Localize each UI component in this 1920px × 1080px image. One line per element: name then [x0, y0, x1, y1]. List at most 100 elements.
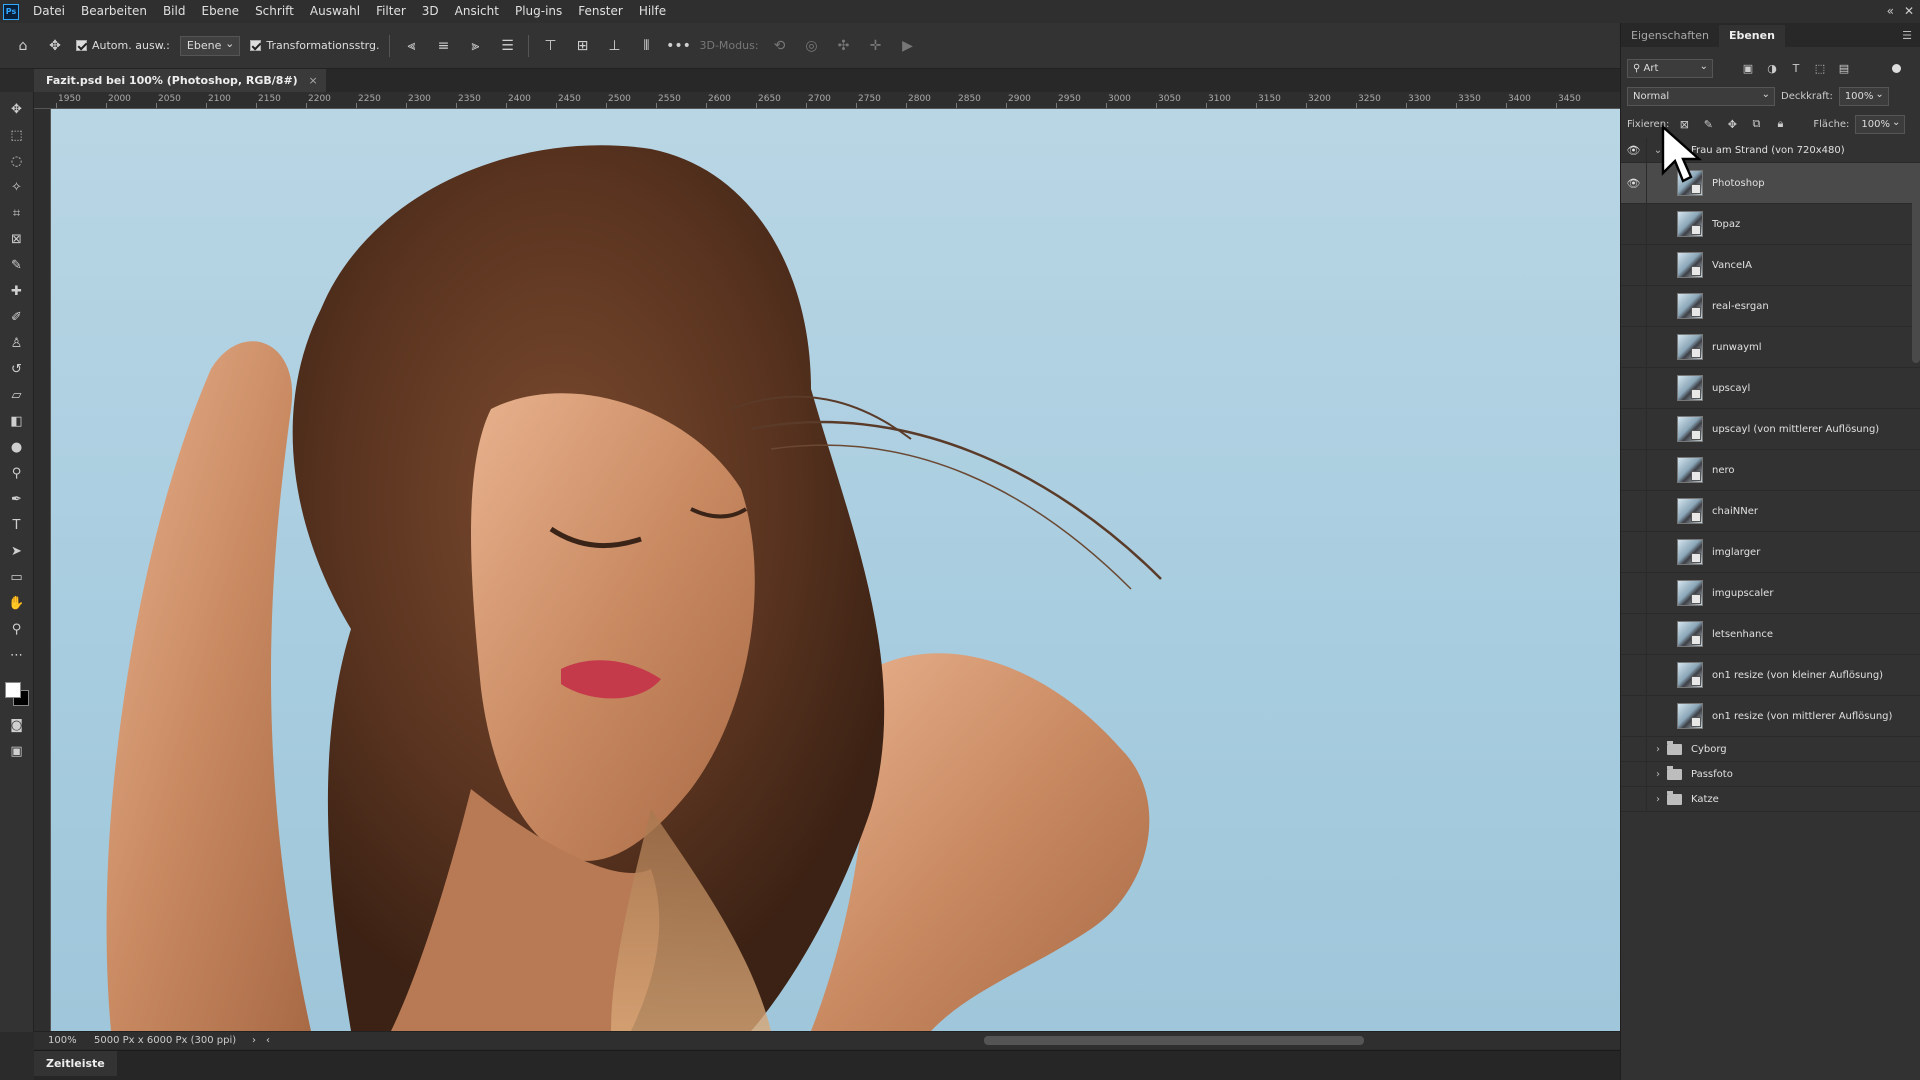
- filter-toggle-icon[interactable]: [1892, 63, 1901, 73]
- visibility-toggle[interactable]: [1621, 409, 1647, 449]
- chevron-right-icon[interactable]: ›: [1651, 744, 1665, 755]
- visibility-toggle[interactable]: [1621, 450, 1647, 490]
- menu-bild[interactable]: Bild: [155, 0, 194, 23]
- tab-ebenen[interactable]: Ebenen: [1718, 25, 1785, 47]
- menu-plugins[interactable]: Plug-ins: [507, 0, 570, 23]
- tab-eigenschaften[interactable]: Eigenschaften: [1621, 25, 1719, 47]
- move-tool-icon[interactable]: ✥: [44, 35, 66, 57]
- visibility-toggle[interactable]: [1621, 532, 1647, 572]
- frame-tool-icon[interactable]: ⊠: [5, 227, 29, 251]
- align-middle-icon[interactable]: ⊞: [571, 35, 593, 57]
- layer-row[interactable]: imglarger: [1621, 532, 1920, 573]
- collapse-panels-icon[interactable]: «: [1887, 0, 1894, 23]
- layer-thumbnail[interactable]: [1677, 539, 1703, 565]
- layer-row[interactable]: upscayl: [1621, 368, 1920, 409]
- marquee-tool-icon[interactable]: ⬚: [5, 123, 29, 147]
- timeline-tab[interactable]: Zeitleiste: [34, 1051, 117, 1076]
- layer-thumbnail[interactable]: [1677, 293, 1703, 319]
- layer-row[interactable]: real-esrgan: [1621, 286, 1920, 327]
- align-left-icon[interactable]: ⫷: [400, 35, 422, 57]
- layer-row[interactable]: runwayml: [1621, 327, 1920, 368]
- eraser-tool-icon[interactable]: ▱: [5, 383, 29, 407]
- fill-input[interactable]: 100%: [1855, 114, 1906, 134]
- visibility-toggle[interactable]: [1621, 204, 1647, 244]
- brush-tool-icon[interactable]: ✐: [5, 305, 29, 329]
- smart-object-filter-icon[interactable]: ▤: [1835, 59, 1853, 77]
- align-bottom-icon[interactable]: ⊥: [603, 35, 625, 57]
- ruler-horizontal[interactable]: 1950 2000 2050 2100 2150 2200 2250 2300 2350 2400…: [34, 92, 1620, 109]
- layer-thumbnail[interactable]: [1677, 211, 1703, 237]
- visibility-toggle[interactable]: 👁︎: [1621, 138, 1647, 162]
- gradient-tool-icon[interactable]: ◧: [5, 409, 29, 433]
- rectangle-tool-icon[interactable]: ▭: [5, 565, 29, 589]
- visibility-toggle[interactable]: 👁︎: [1621, 163, 1647, 203]
- auto-select-check-icon[interactable]: [76, 40, 87, 51]
- pen-tool-icon[interactable]: ✒: [5, 487, 29, 511]
- close-window-icon[interactable]: ✕: [1904, 0, 1914, 23]
- zoom-level[interactable]: 100%: [34, 1035, 94, 1046]
- visibility-toggle[interactable]: [1621, 286, 1647, 326]
- auto-select-target-dropdown[interactable]: Ebene: [179, 35, 241, 56]
- visibility-toggle[interactable]: [1621, 573, 1647, 613]
- magic-wand-tool-icon[interactable]: ✧: [5, 175, 29, 199]
- foreground-color-swatch[interactable]: [4, 682, 21, 698]
- history-brush-tool-icon[interactable]: ↺: [5, 357, 29, 381]
- menu-schrift[interactable]: Schrift: [247, 0, 302, 23]
- layer-thumbnail[interactable]: [1677, 498, 1703, 524]
- ruler-vertical[interactable]: [34, 109, 51, 1031]
- menu-ansicht[interactable]: Ansicht: [447, 0, 507, 23]
- chevron-right-icon[interactable]: ›: [1651, 769, 1665, 780]
- transform-controls-checkbox[interactable]: Transformationsstrg.: [250, 39, 379, 52]
- type-filter-icon[interactable]: T: [1787, 59, 1805, 77]
- layer-thumbnail[interactable]: [1677, 703, 1703, 729]
- lock-all-icon[interactable]: 🔒︎: [1771, 115, 1789, 133]
- lock-artboard-icon[interactable]: ⧉: [1747, 115, 1765, 133]
- lasso-tool-icon[interactable]: ◌: [5, 149, 29, 173]
- menu-ebene[interactable]: Ebene: [193, 0, 247, 23]
- opacity-input[interactable]: 100%: [1838, 86, 1889, 106]
- screen-mode-icon[interactable]: ▣: [5, 739, 29, 763]
- visibility-toggle[interactable]: [1621, 327, 1647, 367]
- blur-tool-icon[interactable]: ●: [5, 435, 29, 459]
- more-options-icon[interactable]: •••: [666, 35, 691, 57]
- type-tool-icon[interactable]: T: [5, 513, 29, 537]
- visibility-toggle[interactable]: [1621, 614, 1647, 654]
- visibility-toggle[interactable]: [1621, 245, 1647, 285]
- blend-mode-dropdown[interactable]: Normal: [1627, 86, 1775, 106]
- align-center-icon[interactable]: ≡: [432, 35, 454, 57]
- document-canvas[interactable]: [51, 109, 1620, 1031]
- menu-hilfe[interactable]: Hilfe: [631, 0, 674, 23]
- move-tool-icon[interactable]: ✥: [5, 97, 29, 121]
- scroll-left-icon[interactable]: ‹: [266, 1035, 270, 1046]
- dodge-tool-icon[interactable]: ⚲: [5, 461, 29, 485]
- layer-row[interactable]: imgupscaler: [1621, 573, 1920, 614]
- document-info[interactable]: 5000 Px x 6000 Px (300 ppi): [94, 1035, 244, 1046]
- layer-group-passfoto[interactable]: › Passfoto: [1621, 762, 1920, 787]
- lock-position-icon[interactable]: ✥: [1723, 115, 1741, 133]
- menu-fenster[interactable]: Fenster: [570, 0, 631, 23]
- layer-thumbnail[interactable]: [1677, 580, 1703, 606]
- layer-thumbnail[interactable]: [1677, 662, 1703, 688]
- layer-row[interactable]: nero: [1621, 450, 1920, 491]
- pixel-filter-icon[interactable]: ▣: [1739, 59, 1757, 77]
- distribute-vertical-icon[interactable]: ⫴: [635, 35, 657, 57]
- layer-row[interactable]: VanceIA: [1621, 245, 1920, 286]
- menu-datei[interactable]: Datei: [25, 0, 73, 23]
- path-selection-tool-icon[interactable]: ➤: [5, 539, 29, 563]
- menu-3d[interactable]: 3D: [414, 0, 447, 23]
- menu-auswahl[interactable]: Auswahl: [302, 0, 368, 23]
- layer-row[interactable]: letsenhance: [1621, 614, 1920, 655]
- horizontal-scrollbar[interactable]: [984, 1036, 1364, 1045]
- layer-row[interactable]: on1 resize (von kleiner Auflösung): [1621, 655, 1920, 696]
- zoom-tool-icon[interactable]: ⚲: [5, 617, 29, 641]
- layer-group-katze[interactable]: › Katze: [1621, 787, 1920, 812]
- visibility-toggle[interactable]: [1621, 787, 1647, 811]
- layer-group-cyborg[interactable]: › Cyborg: [1621, 737, 1920, 762]
- layer-row[interactable]: upscayl (von mittlerer Auflösung): [1621, 409, 1920, 450]
- visibility-toggle[interactable]: [1621, 737, 1647, 761]
- close-document-icon[interactable]: ×: [308, 69, 317, 92]
- layer-thumbnail[interactable]: [1677, 252, 1703, 278]
- layer-row[interactable]: Topaz: [1621, 204, 1920, 245]
- edit-toolbar-icon[interactable]: ⋯: [5, 643, 29, 667]
- menu-bearbeiten[interactable]: Bearbeiten: [73, 0, 155, 23]
